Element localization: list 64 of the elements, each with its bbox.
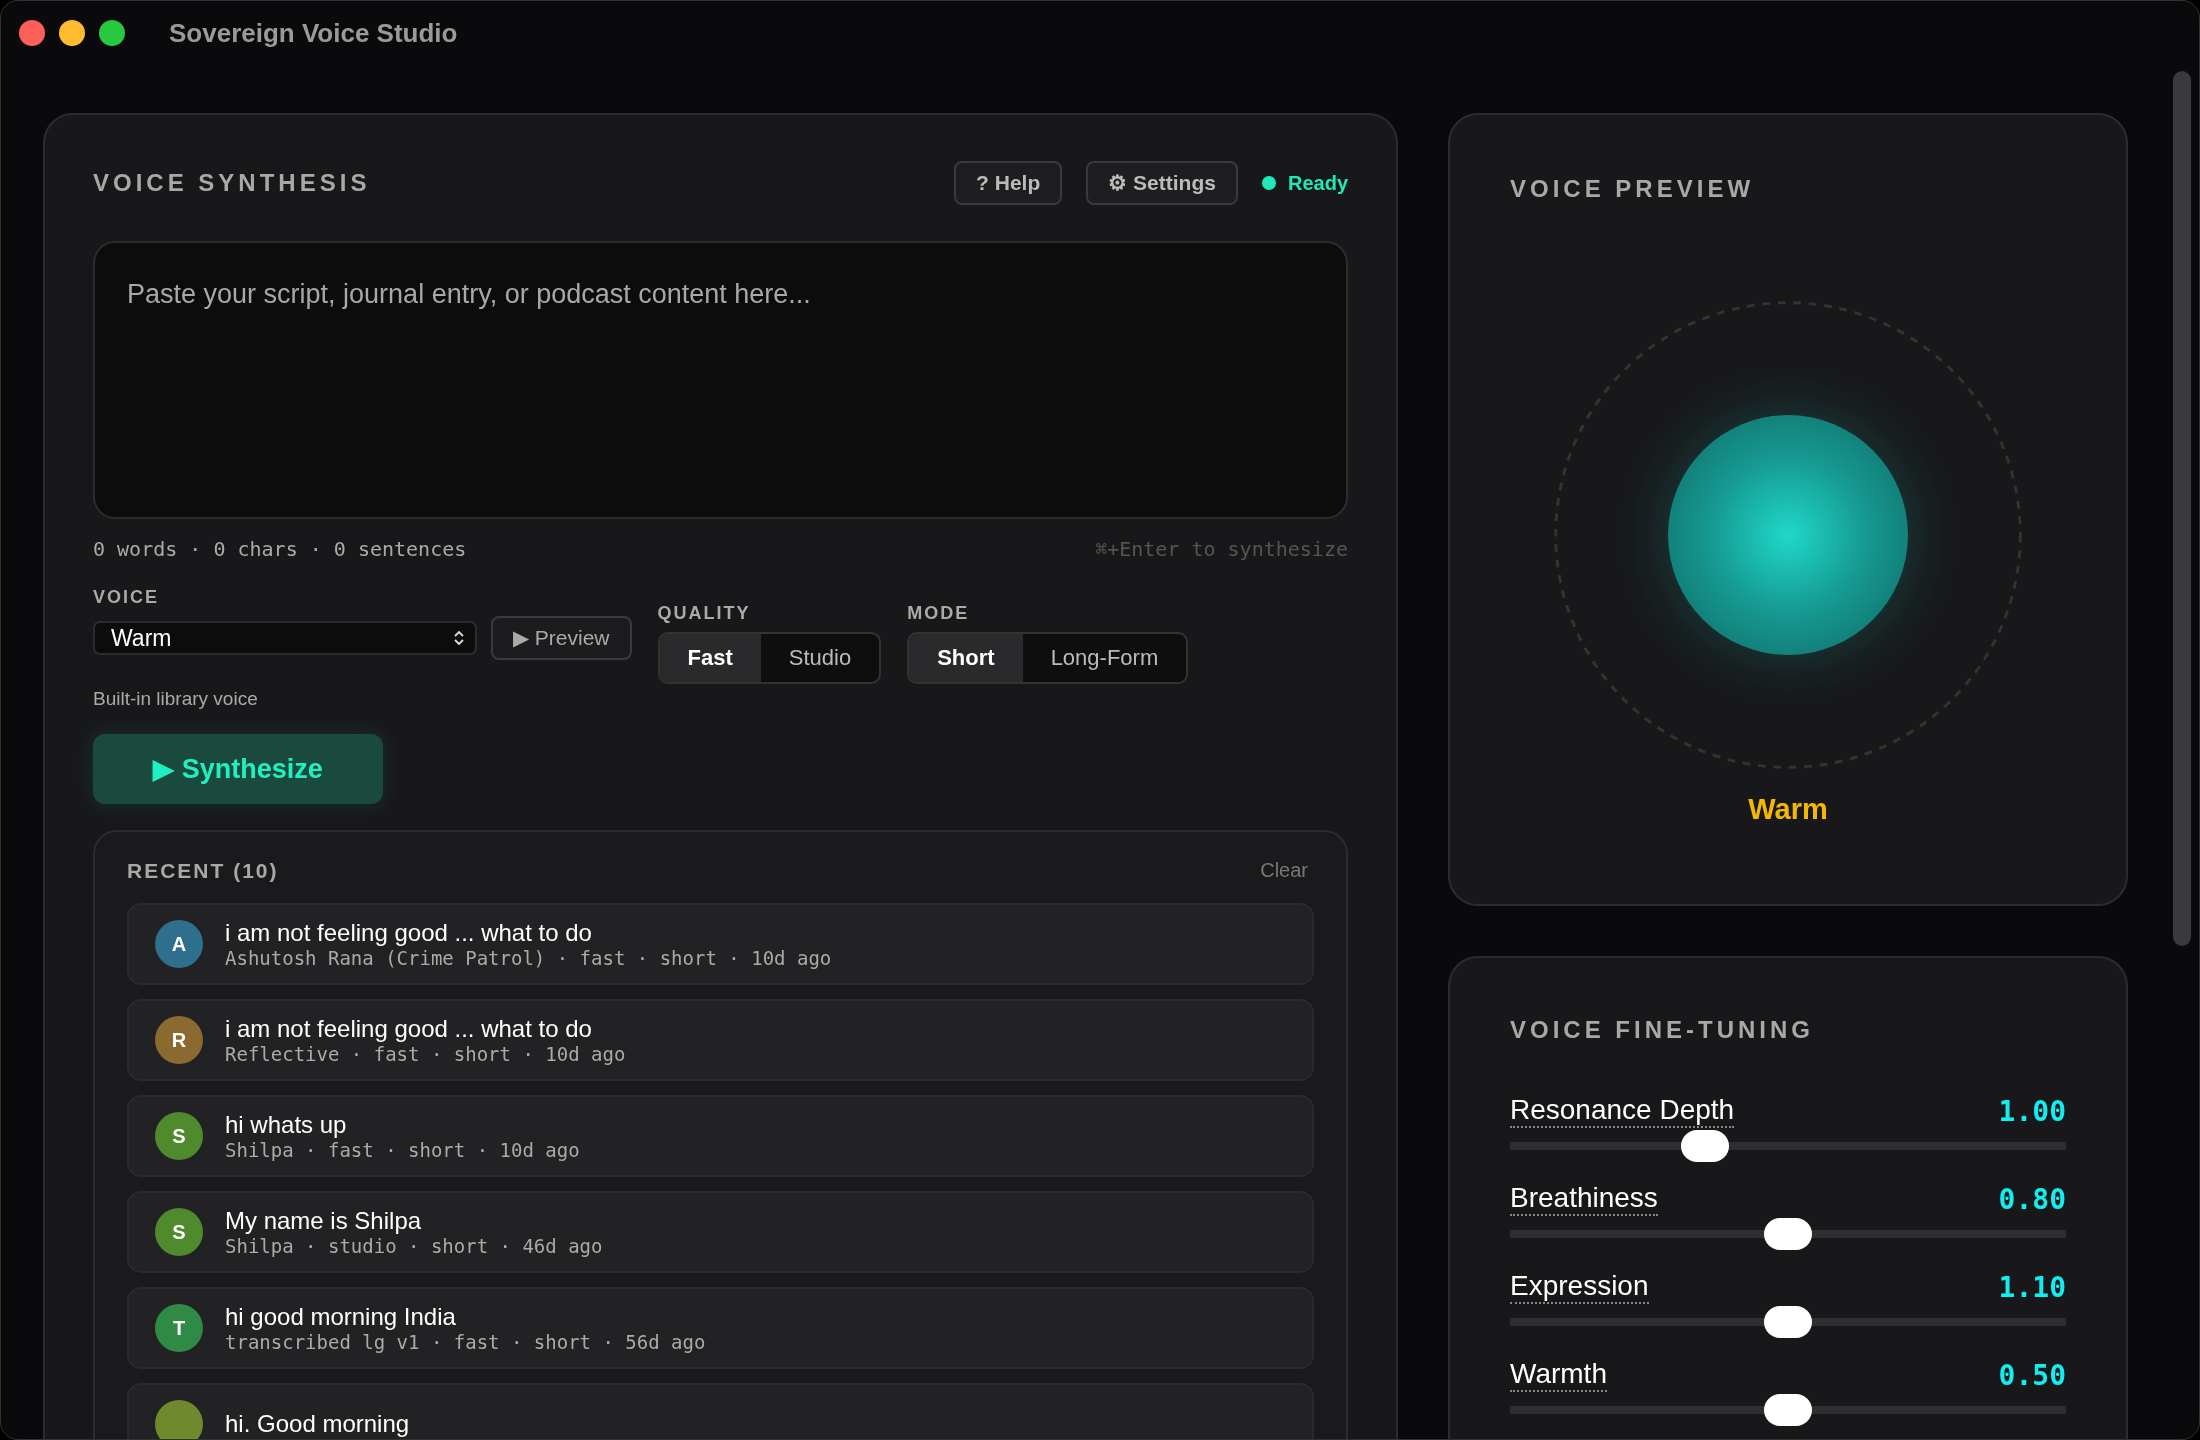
slider-label: Resonance Depth <box>1510 1094 1735 1128</box>
close-button[interactable] <box>19 20 45 46</box>
recent-item[interactable]: S My name is Shilpa Shilpa · studio · short · 46d ago <box>127 1191 1314 1273</box>
slider-thumb[interactable] <box>1764 1306 1812 1338</box>
section-heading: VOICE SYNTHESIS <box>93 169 371 197</box>
slider-reading: 0.80 <box>1998 1183 2066 1216</box>
slider-reading: 1.00 <box>1998 1095 2066 1128</box>
voice-select[interactable]: Warm <box>93 621 477 655</box>
item-meta: Ashutosh Rana (Crime Patrol) · fast · short · 10d ago <box>225 947 832 969</box>
slider-reading: 1.10 <box>1998 1271 2066 1304</box>
section-heading: VOICE PREVIEW <box>1510 175 1755 203</box>
item-meta: Shilpa · fast · short · 10d ago <box>225 1139 580 1161</box>
window-title: Sovereign Voice Studio <box>169 17 458 49</box>
script-input-field[interactable]: Paste your script, journal entry, or podcast content here... <box>93 241 1348 519</box>
item-title: hi good morning India <box>225 1303 457 1331</box>
mode-label: MODE <box>907 603 971 624</box>
item-title: hi whats up <box>225 1111 348 1139</box>
recent-item[interactable]: hi. Good morning <box>127 1383 1314 1439</box>
recent-heading: RECENT (10) <box>127 858 279 883</box>
avatar: S <box>155 1208 203 1256</box>
status-label: Ready <box>1287 171 1348 195</box>
recent-item[interactable]: A i am not feeling good ... what to do Ashutosh Rana (Crime Patrol) · fast · short · 10d ago <box>127 903 1314 985</box>
quality-label: QUALITY <box>657 603 752 624</box>
item-title: hi. Good morning <box>225 1410 410 1438</box>
item-title: i am not feeling good ... what to do <box>225 919 593 947</box>
mode-option[interactable]: Short <box>909 634 1023 682</box>
quality-option[interactable]: Fast <box>659 634 761 682</box>
avatar: R <box>155 1016 203 1064</box>
avatar: S <box>155 1112 203 1160</box>
item-title: i am not feeling good ... what to do <box>225 1015 593 1043</box>
voice-name: Warm <box>1748 793 1828 826</box>
item-meta: transcribed lg v1 · fast · short · 56d ago <box>225 1331 706 1353</box>
status-dot <box>1261 176 1276 190</box>
slider-thumb[interactable] <box>1764 1218 1812 1250</box>
item-meta: Reflective · fast · short · 10d ago <box>225 1043 626 1065</box>
voice-label: VOICE <box>93 587 160 608</box>
item-title: My name is Shilpa <box>225 1207 423 1235</box>
mode-option[interactable]: Long-Form <box>1022 634 1187 682</box>
slider-label: Expression <box>1510 1270 1649 1304</box>
minimize-button[interactable] <box>59 20 85 46</box>
chevron-updown-icon <box>453 629 465 647</box>
clear-button[interactable]: Clear <box>1254 858 1314 883</box>
zoom-button[interactable] <box>99 20 125 46</box>
quality-option[interactable]: Studio <box>760 634 880 682</box>
slider-label: Warmth <box>1510 1358 1607 1392</box>
preview-button[interactable]: ▶ Preview <box>491 616 632 660</box>
scrollbar[interactable] <box>2173 71 2191 946</box>
slider-thumb[interactable] <box>1680 1130 1729 1162</box>
header-button[interactable]: ⚙ Settings <box>1086 161 1238 205</box>
section-heading: VOICE FINE-TUNING <box>1510 1016 1815 1044</box>
slider-thumb[interactable] <box>1764 1394 1812 1426</box>
shortcut-hint: ⌘+Enter to synthesize <box>1095 537 1348 561</box>
recent-item[interactable]: S hi whats up Shilpa · fast · short · 10d ago <box>127 1095 1314 1177</box>
text-stats: 0 words · 0 chars · 0 sentences <box>93 537 467 561</box>
avatar: T <box>155 1304 203 1352</box>
slider-label: Breathiness <box>1510 1182 1658 1216</box>
header-button[interactable]: ? Help <box>954 161 1063 205</box>
slider-reading: 0.50 <box>1998 1359 2066 1392</box>
recent-item[interactable]: T hi good morning India transcribed lg v1 · fast · short · 56d ago <box>127 1287 1314 1369</box>
avatar: A <box>155 920 203 968</box>
synthesize-button[interactable]: ▶ Synthesize <box>93 734 383 804</box>
voice-hint: Built-in library voice <box>93 688 259 710</box>
item-meta: Shilpa · studio · short · 46d ago <box>225 1235 603 1257</box>
recent-item[interactable]: R i am not feeling good ... what to do Reflective · fast · short · 10d ago <box>127 999 1314 1081</box>
